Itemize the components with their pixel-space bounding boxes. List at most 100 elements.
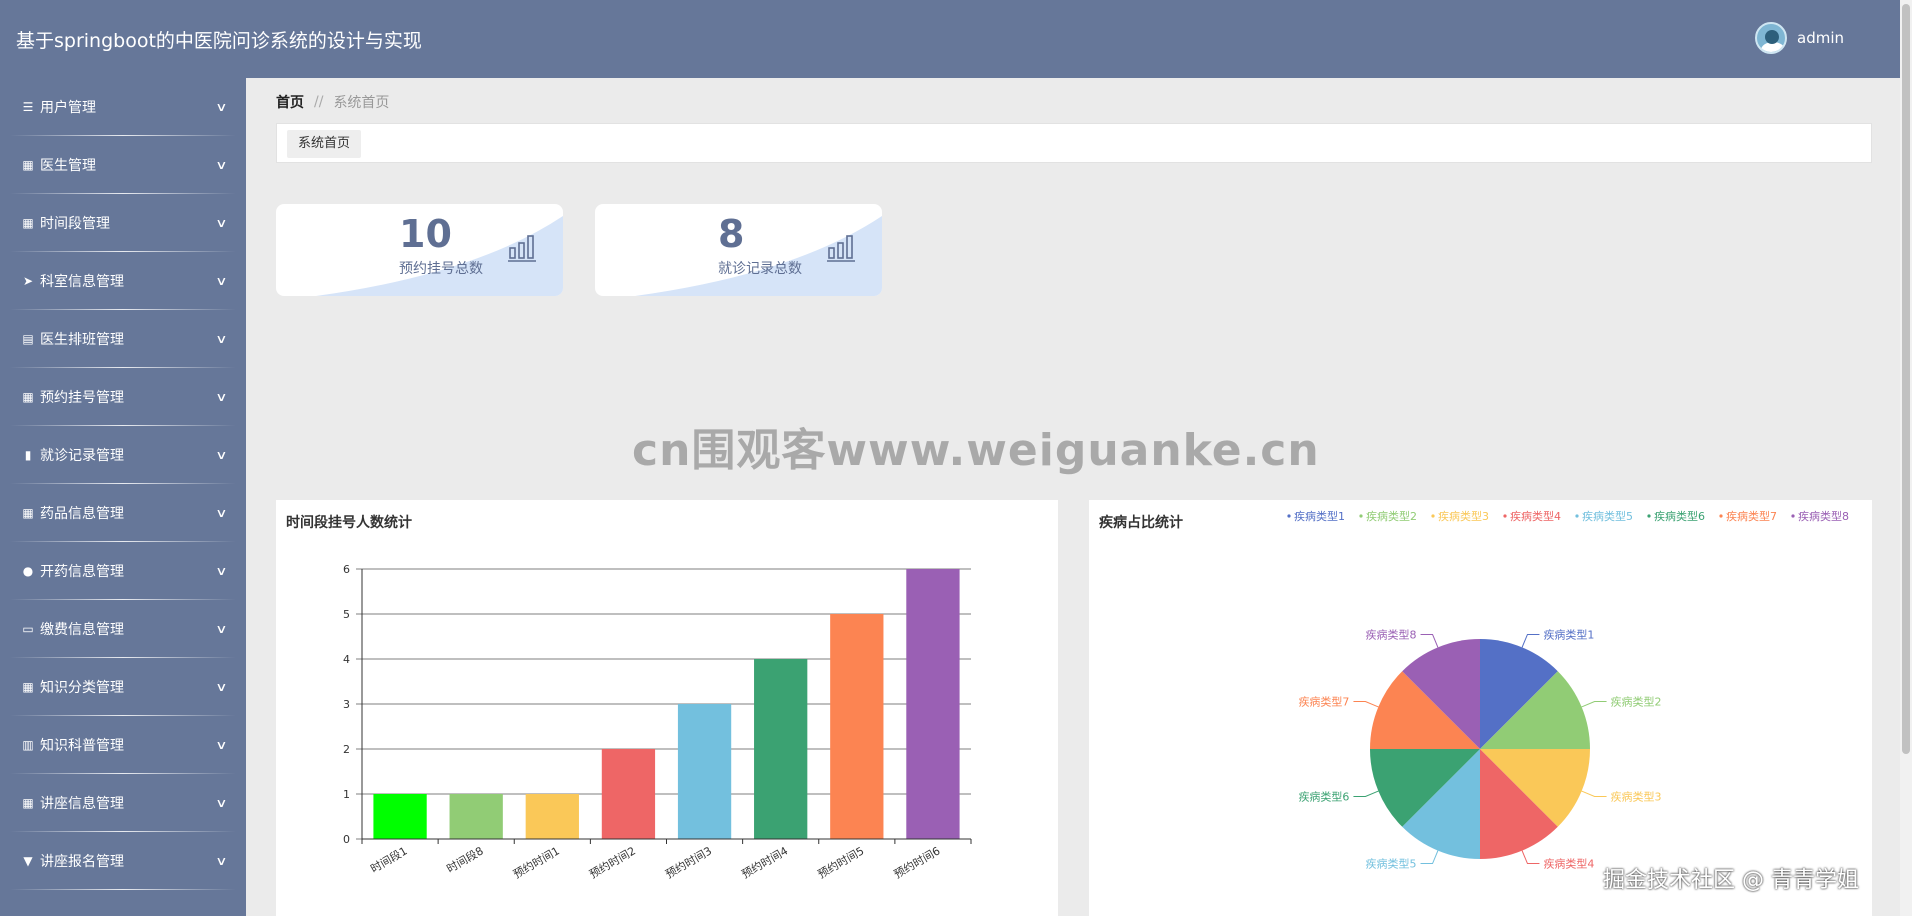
legend-marker xyxy=(1287,514,1291,518)
chevron-down-icon: ∨ xyxy=(215,680,228,694)
x-tick-label: 预约时间3 xyxy=(663,844,714,881)
sidebar-item-label: 科室信息管理 xyxy=(40,274,124,290)
avatar-icon[interactable] xyxy=(1755,22,1787,54)
user-menu[interactable]: admin xyxy=(1755,22,1844,54)
sidebar-item-appointment-management[interactable]: ▦ 预约挂号管理 ∨ xyxy=(0,368,246,426)
sidebar-item-label: 医生排班管理 xyxy=(40,332,124,348)
grid-icon: ▦ xyxy=(22,680,34,694)
chevron-down-icon: ∨ xyxy=(215,216,228,230)
bar-chart-title: 时间段挂号人数统计 xyxy=(286,515,412,531)
bar xyxy=(830,614,884,839)
stat-label: 就诊记录总数 xyxy=(718,261,802,277)
bar-chart: 0 1 2 3 4 5 6 时间段1 时间段8 预约时间1 预约时间2 预约时间3 预约时间4 预约时间5… xyxy=(343,563,972,881)
bar-chart-panel: 时间段挂号人数统计 0 1 2 3 4 5 6 时间段1 时间段8 预约时间1 预约时间2 预约时间3… xyxy=(276,500,1058,916)
chevron-down-icon: ∨ xyxy=(215,100,228,114)
sidebar-item-label: 就诊记录管理 xyxy=(40,448,124,464)
tab-system-home[interactable]: 系统首页 xyxy=(287,130,362,158)
y-tick-label: 1 xyxy=(343,788,350,801)
sidebar-item-lecture-signup-management[interactable]: ▼ 讲座报名管理 ∨ xyxy=(0,832,246,890)
sidebar-item-schedule-management[interactable]: ▤ 医生排班管理 ∨ xyxy=(0,310,246,368)
tab-bar: 系统首页 xyxy=(276,123,1872,163)
scrollbar-thumb[interactable] xyxy=(1902,4,1910,754)
sidebar-item-timeslot-management[interactable]: ▦ 时间段管理 ∨ xyxy=(0,194,246,252)
pie-chart: 疾病类型1 疾病类型2 疾病类型3 疾病类型4 疾病类型5 疾病类型6 疾病类型7 疾病类型8… xyxy=(1287,509,1849,871)
grid-icon: ▦ xyxy=(22,216,34,230)
pie-label-line xyxy=(1420,850,1439,865)
sidebar-item-drug-management[interactable]: ▦ 药品信息管理 ∨ xyxy=(0,484,246,542)
pie-label-line xyxy=(1521,633,1540,648)
legend-marker xyxy=(1359,514,1363,518)
pie-label: 疾病类型5 xyxy=(1366,857,1417,871)
pie-label-line xyxy=(1581,790,1607,797)
pie-label-line xyxy=(1353,790,1379,797)
sidebar-item-user-management[interactable]: ☰ 用户管理 ∨ xyxy=(0,78,246,136)
sidebar: ☰ 用户管理 ∨ ▦ 医生管理 ∨ ▦ 时间段管理 ∨ ➤ 科室信息管理 ∨ ▤… xyxy=(0,78,246,916)
legend-label: 疾病类型3 xyxy=(1438,509,1489,523)
y-tick-label: 0 xyxy=(343,833,350,846)
user-icon: ● xyxy=(22,564,34,578)
legend-marker xyxy=(1719,514,1723,518)
legend-marker xyxy=(1575,514,1579,518)
pie-label: 疾病类型4 xyxy=(1543,857,1594,871)
sidebar-item-label: 医生管理 xyxy=(40,158,96,174)
paper-plane-icon: ➤ xyxy=(22,274,34,288)
sidebar-item-label: 开药信息管理 xyxy=(40,564,124,580)
book-icon: ▥ xyxy=(22,738,34,752)
monitor-icon: ▭ xyxy=(22,622,34,636)
stat-card-appointments: 10 预约挂号总数 xyxy=(276,204,563,296)
sidebar-item-payment-management[interactable]: ▭ 缴费信息管理 ∨ xyxy=(0,600,246,658)
chevron-down-icon: ∨ xyxy=(215,796,228,810)
chevron-down-icon: ∨ xyxy=(215,448,228,462)
x-tick-label: 预约时间6 xyxy=(892,844,943,881)
breadcrumb-separator: // xyxy=(314,94,324,110)
sidebar-item-label: 缴费信息管理 xyxy=(40,622,124,638)
sidebar-item-prescription-management[interactable]: ● 开药信息管理 ∨ xyxy=(0,542,246,600)
stat-label: 预约挂号总数 xyxy=(399,261,483,277)
sidebar-item-knowledge-article-management[interactable]: ▥ 知识科普管理 ∨ xyxy=(0,716,246,774)
pie-label: 疾病类型6 xyxy=(1298,789,1349,803)
legend-label: 疾病类型4 xyxy=(1510,509,1561,523)
bar-chart-icon: ▮ xyxy=(24,448,32,462)
x-tick-label: 预约时间1 xyxy=(511,844,562,881)
bar-chart-icon xyxy=(827,235,855,262)
stat-value: 8 xyxy=(718,212,745,256)
bar-chart-icon xyxy=(508,235,536,262)
bar xyxy=(906,569,960,839)
stat-value: 10 xyxy=(399,212,452,256)
chevron-down-icon: ∨ xyxy=(215,390,228,404)
page-scrollbar[interactable] xyxy=(1900,0,1912,916)
x-tick-label: 预约时间5 xyxy=(816,844,867,881)
top-header: 基于springboot的中医院问诊系统的设计与实现 admin xyxy=(0,0,1912,78)
sidebar-item-department-management[interactable]: ➤ 科室信息管理 ∨ xyxy=(0,252,246,310)
sidebar-item-label: 讲座报名管理 xyxy=(40,854,124,870)
sidebar-item-label: 时间段管理 xyxy=(40,216,110,232)
legend-label: 疾病类型2 xyxy=(1366,509,1417,523)
sidebar-item-label: 讲座信息管理 xyxy=(40,796,124,812)
breadcrumb: 首页 // 系统首页 xyxy=(276,92,389,112)
legend-label: 疾病类型1 xyxy=(1294,509,1345,523)
chevron-down-icon: ∨ xyxy=(215,332,228,346)
pie-label: 疾病类型8 xyxy=(1366,627,1417,641)
x-tick-label: 时间段8 xyxy=(444,843,486,875)
legend-marker xyxy=(1647,514,1651,518)
list-icon: ☰ xyxy=(22,100,34,114)
bar xyxy=(677,704,732,839)
username[interactable]: admin xyxy=(1797,29,1844,47)
sidebar-item-doctor-management[interactable]: ▦ 医生管理 ∨ xyxy=(0,136,246,194)
grid-icon: ▦ xyxy=(22,158,34,172)
legend-marker xyxy=(1431,514,1435,518)
pie-chart-title: 疾病占比统计 xyxy=(1099,515,1183,531)
breadcrumb-home[interactable]: 首页 xyxy=(276,92,304,112)
legend-marker xyxy=(1791,514,1795,518)
sidebar-item-knowledge-category-management[interactable]: ▦ 知识分类管理 ∨ xyxy=(0,658,246,716)
pie-label-line xyxy=(1420,633,1439,648)
y-tick-label: 6 xyxy=(343,563,350,576)
pie-label-line xyxy=(1521,850,1540,865)
grid-icon: ▦ xyxy=(22,506,34,520)
sidebar-item-visit-record-management[interactable]: ▮ 就诊记录管理 ∨ xyxy=(0,426,246,484)
grid-icon: ▦ xyxy=(22,390,34,404)
pin-icon: ▼ xyxy=(23,854,33,868)
x-tick-label: 预约时间4 xyxy=(740,844,791,881)
clipboard-icon: ▤ xyxy=(22,332,34,346)
sidebar-item-lecture-management[interactable]: ▦ 讲座信息管理 ∨ xyxy=(0,774,246,832)
